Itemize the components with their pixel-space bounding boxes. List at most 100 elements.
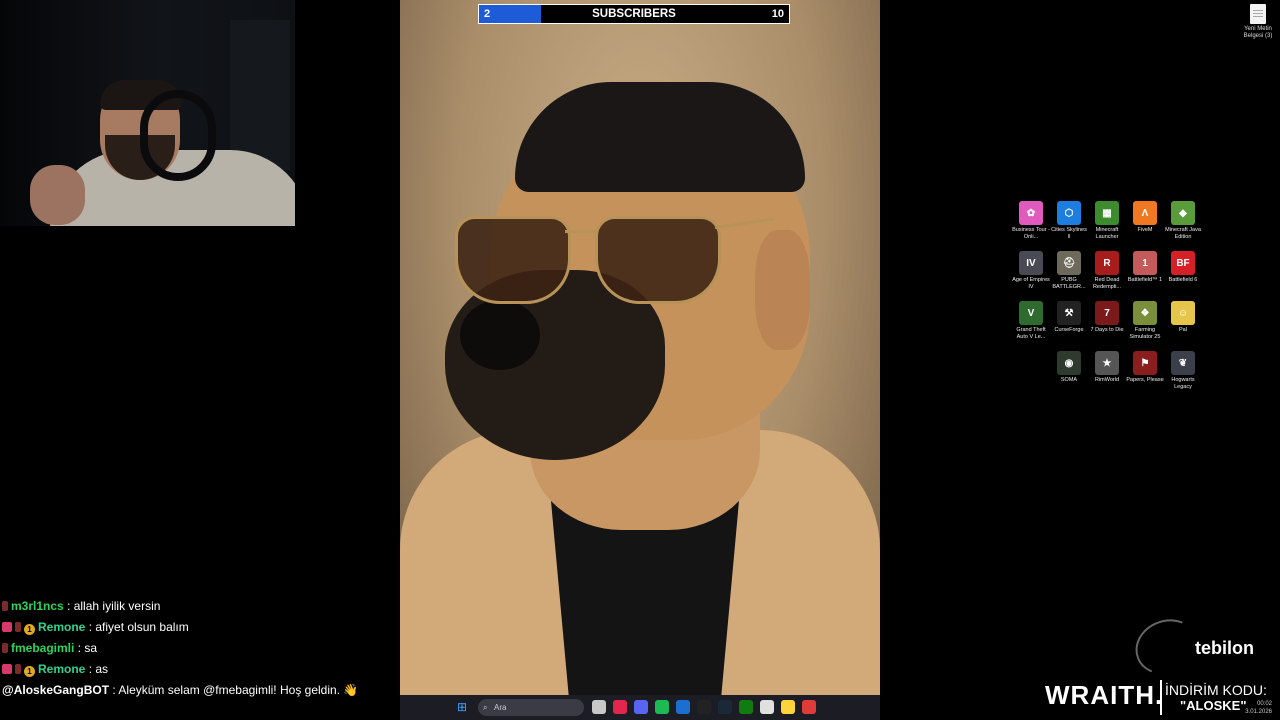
desktop-icon[interactable]: ⛑ PUBG BATTLEGR... (1050, 250, 1088, 294)
app-icon: Λ (1133, 201, 1157, 225)
app-icon: ◆ (1171, 201, 1195, 225)
desktop-icon-label: SOMA (1060, 377, 1078, 383)
desktop-icon-label: Age of Empires IV (1012, 277, 1050, 290)
taskbar-app-icon[interactable] (718, 700, 732, 714)
taskbar-app-icon[interactable] (592, 700, 606, 714)
app-icon: BF (1171, 251, 1195, 275)
desktop-icon-label: Grand Theft Auto V Le... (1016, 327, 1046, 340)
desktop-icon[interactable]: IV Age of Empires IV (1012, 250, 1050, 294)
sub-badge-icon (15, 622, 21, 632)
desktop-icon-label: Battlefield™ 1 (1127, 277, 1163, 283)
tebilon-logo: tebilon (1195, 638, 1254, 658)
taskbar-search-placeholder: Ara (494, 703, 507, 712)
chat-username[interactable]: Remone (38, 620, 85, 634)
taskbar-app-icon[interactable] (697, 700, 711, 714)
app-icon: V (1019, 301, 1043, 325)
desktop-icon[interactable]: ◉ SOMA (1050, 350, 1088, 394)
chat-username[interactable]: m3rl1ncs (11, 599, 64, 613)
dog-man-portrait-image (400, 0, 880, 695)
desktop-icon-label: Battlefield 6 (1168, 277, 1198, 283)
chat-message-text: : Aleyküm selam @fmebagimli! Hoş geldin.… (112, 683, 359, 697)
desktop-icon[interactable]: ◆ Minecraft Java Edition (1164, 200, 1202, 244)
portrait-nose (460, 300, 540, 370)
desktop-icon[interactable]: R Red Dead Redempti... (1088, 250, 1126, 294)
chat-overlay: m3rl1ncs : allah iyilik versin 1 Remone : … (2, 596, 398, 699)
desktop-icon-label: 7 Days to Die (1090, 327, 1124, 333)
desktop-file-text-document[interactable]: Yeni Metin Belgesi (3) (1238, 4, 1278, 40)
app-icon: IV (1019, 251, 1043, 275)
taskbar-app-icon[interactable] (634, 700, 648, 714)
webcam-overlay (0, 0, 400, 226)
subscriber-label: SUBSCRIBERS (592, 8, 676, 20)
headphones (140, 90, 216, 181)
webcam-edge (295, 0, 400, 226)
desktop-icon-label: RimWorld (1094, 377, 1120, 383)
streamer-hand (30, 165, 85, 225)
chat-message-text: : afiyet olsun balım (88, 620, 189, 634)
desktop-icon[interactable]: ❦ Hogwarts Legacy (1164, 350, 1202, 394)
desktop-icon[interactable]: Λ FiveM (1126, 200, 1164, 244)
app-icon: 1 (1133, 251, 1157, 275)
chat-username[interactable]: @AloskeGangBOT (2, 683, 109, 697)
taskbar-app-icon[interactable] (802, 700, 816, 714)
desktop-icon-label: Minecraft Launcher (1095, 227, 1119, 240)
desktop-icon[interactable]: ✿ Business Tour - Onli... (1012, 200, 1050, 244)
app-icon: ⬡ (1057, 201, 1081, 225)
chat-message: 1 Remone : as (2, 659, 398, 680)
taskbar-app-icon[interactable] (613, 700, 627, 714)
desktop-icon-label: Minecraft Java Edition (1165, 227, 1201, 240)
sub-badge-icon (2, 643, 8, 653)
aviator-sunglasses (455, 210, 775, 304)
sub-badge-icon (2, 601, 8, 611)
taskbar-apps (592, 700, 816, 714)
app-icon: ⚑ (1133, 351, 1157, 375)
app-icon: ★ (1095, 351, 1119, 375)
taskbar-app-icon[interactable] (781, 700, 795, 714)
desktop-icon[interactable]: ⚑ Papers, Please (1126, 350, 1164, 394)
desktop-icon-label: Hogwarts Legacy (1171, 377, 1195, 390)
system-tray-clock[interactable]: 00:02 3.01.2026 (1240, 700, 1272, 716)
app-icon: ❦ (1171, 351, 1195, 375)
app-icon: R (1095, 251, 1119, 275)
text-document-icon (1250, 4, 1266, 24)
chat-message: fmebagimli : sa (2, 638, 398, 659)
desktop-icon-label: PUBG BATTLEGR... (1052, 277, 1086, 290)
desktop-icon[interactable]: ⬡ Cities Skylines II (1050, 200, 1088, 244)
desktop-icon[interactable]: ⚒ CurseForge (1050, 300, 1088, 344)
sunglasses-right-lens (595, 216, 721, 304)
desktop-icon[interactable]: ☺ Pal (1164, 300, 1202, 344)
taskbar: ⊞ ⌕ Ara (400, 695, 880, 720)
windows-start-icon[interactable]: ⊞ (457, 701, 469, 713)
chat-message: 1 Remone : afiyet olsun balım (2, 617, 398, 638)
chat-username[interactable]: Remone (38, 662, 85, 676)
desktop-icon-label: Pal (1179, 327, 1187, 333)
desktop-icon[interactable]: 1 Battlefield™ 1 (1126, 250, 1164, 294)
desktop-icon[interactable]: BF Battlefield 6 (1164, 250, 1202, 294)
sunglasses-bridge (565, 230, 599, 233)
coin-badge-icon: 1 (24, 666, 35, 677)
sponsor-divider (1160, 680, 1162, 715)
coin-badge-icon: 1 (24, 624, 35, 635)
desktop-icon[interactable]: 7 7 Days to Die (1088, 300, 1126, 344)
taskbar-app-icon[interactable] (655, 700, 669, 714)
streamer (30, 70, 310, 226)
sub-badge-icon (15, 664, 21, 674)
taskbar-app-icon[interactable] (739, 700, 753, 714)
app-icon: ✿ (1019, 201, 1043, 225)
taskbar-app-icon[interactable] (676, 700, 690, 714)
wraith-logo: WRAITH. (1045, 680, 1164, 710)
chat-username[interactable]: fmebagimli (11, 641, 74, 655)
chat-message: m3rl1ncs : allah iyilik versin (2, 596, 398, 617)
clock-time: 00:02 (1256, 701, 1272, 707)
chat-message: @AloskeGangBOT : Aleyküm selam @fmebagim… (2, 682, 398, 699)
desktop-icon[interactable]: ★ RimWorld (1088, 350, 1126, 394)
desktop-icon[interactable]: ▦ Minecraft Launcher (1088, 200, 1126, 244)
desktop-icon-label: Cities Skylines II (1051, 227, 1087, 240)
desktop-icon[interactable]: V Grand Theft Auto V Le... (1012, 300, 1050, 344)
search-icon: ⌕ (483, 703, 488, 712)
desktop-icon-label: Red Dead Redempti... (1092, 277, 1122, 290)
desktop-icon[interactable]: ❖ Farming Simulator 25 (1126, 300, 1164, 344)
taskbar-app-icon[interactable] (760, 700, 774, 714)
desktop-icon-grid: ✿ Business Tour - Onli... ⬡ Cities Skylines… (1012, 200, 1202, 394)
taskbar-search-box[interactable]: ⌕ Ara (478, 699, 584, 716)
